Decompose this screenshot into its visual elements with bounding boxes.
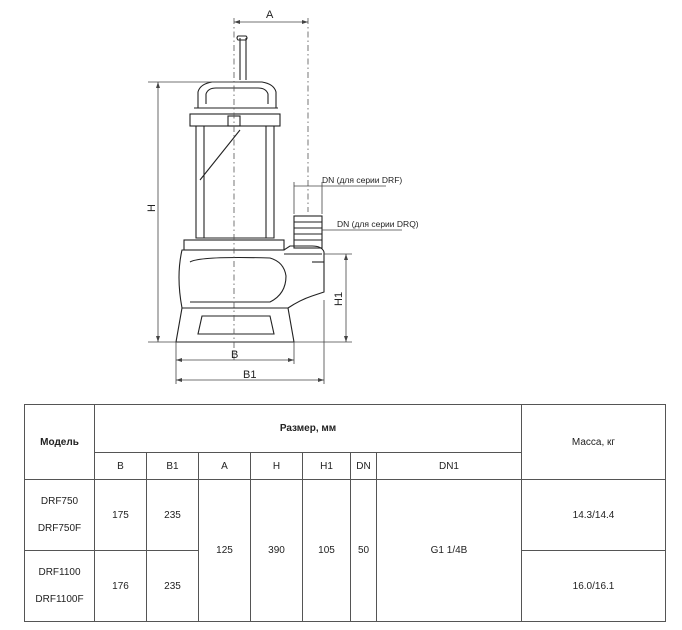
value-h: 390 — [250, 479, 303, 622]
col-dn1: DN1 — [376, 452, 522, 480]
col-dn: DN — [350, 452, 377, 480]
value-a: 125 — [198, 479, 251, 622]
value-mass: 14.3/14.4 — [521, 479, 666, 551]
col-h: H — [250, 452, 303, 480]
col-b: B — [94, 452, 147, 480]
label-h: H — [146, 204, 158, 212]
value-b: 175 — [94, 479, 147, 551]
model-name: DRF750F — [37, 523, 82, 534]
header-model: Модель — [24, 404, 95, 480]
value-b: 176 — [94, 550, 147, 622]
label-dn-drq: DN (для серии DRQ) — [337, 219, 419, 229]
model-cell: DRF750 DRF750F — [24, 479, 95, 551]
label-a: A — [266, 9, 274, 21]
value-h1: 105 — [302, 479, 351, 622]
header-mass: Масса, кг — [521, 404, 666, 480]
model-name: DRF1100 — [38, 567, 81, 578]
col-a: A — [198, 452, 251, 480]
spec-table: Модель Размер, мм Масса, кг B B1 A H H1 … — [24, 404, 666, 622]
label-b: B — [231, 349, 238, 361]
table-row: DRF750 DRF750F 175 235 125 390 105 50 G1… — [24, 479, 666, 622]
model-name: DRF1100F — [35, 594, 84, 605]
value-dn1: G1 1/4B — [376, 479, 522, 622]
label-dn-drf: DN (для серии DRF) — [322, 175, 402, 185]
model-name: DRF750 — [40, 496, 79, 507]
pump-dimension-drawing: A H H1 B B1 DN (для серии DRF) DN (для с… — [146, 9, 419, 384]
value-b1: 235 — [146, 550, 199, 622]
value-dn: 50 — [350, 479, 377, 622]
label-h1: H1 — [333, 292, 345, 306]
value-b1: 235 — [146, 479, 199, 551]
header-size: Размер, мм — [94, 404, 522, 453]
dimension-labels: A H H1 B B1 DN (для серии DRF) DN (для с… — [146, 9, 419, 381]
value-mass: 16.0/16.1 — [521, 550, 666, 622]
dimension-lines — [148, 18, 402, 384]
model-cell: DRF1100 DRF1100F — [24, 550, 95, 622]
col-b1: B1 — [146, 452, 199, 480]
label-b1: B1 — [243, 369, 256, 381]
col-h1: H1 — [302, 452, 351, 480]
